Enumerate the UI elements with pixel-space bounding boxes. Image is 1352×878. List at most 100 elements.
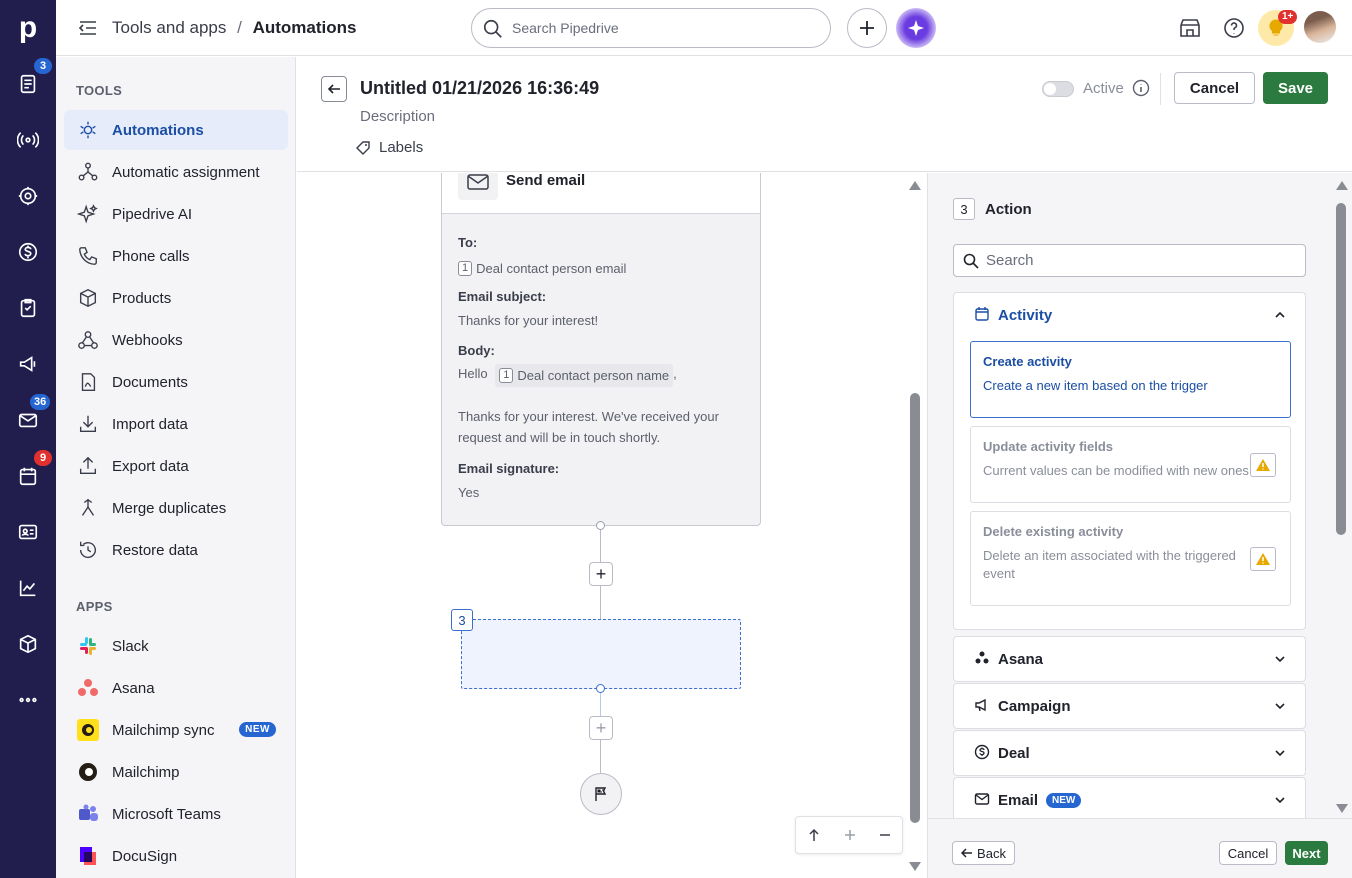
zoom-in-icon[interactable] [844,829,856,841]
dollar-icon[interactable] [0,232,56,272]
active-toggle[interactable] [1042,81,1074,97]
sidebar-item-asana[interactable]: Asana [64,668,288,708]
automation-title[interactable]: Untitled 01/21/2026 16:36:49 [360,78,599,99]
sidebar-item-automatic-assignment[interactable]: Automatic assignment [64,152,288,192]
option-delete-existing-activity[interactable]: Delete existing activity Delete an item … [970,511,1291,606]
option-update-activity-fields[interactable]: Update activity fields Current values ca… [970,426,1291,503]
scroll-up-arrow-icon[interactable] [1335,179,1349,191]
assignment-icon [77,161,99,183]
asana-group-header[interactable]: Asana [954,637,1305,681]
chevron-down-icon[interactable] [1273,793,1287,807]
flag-icon [595,787,607,801]
activity-group-header[interactable]: Activity [954,293,1305,337]
panel-back-button[interactable]: Back [952,841,1015,865]
breadcrumb-parent[interactable]: Tools and apps [112,18,226,37]
scroll-down-arrow-icon[interactable] [1335,803,1349,815]
description-field[interactable]: Description [360,108,435,125]
products-icon[interactable] [0,624,56,664]
save-button[interactable]: Save [1263,72,1328,104]
scrollbar-thumb[interactable] [1336,203,1346,535]
calendar-icon[interactable]: 9 [0,450,56,496]
calendar-icon [975,307,989,321]
sidebar-item-slack[interactable]: Slack [64,626,288,666]
info-icon[interactable] [1132,79,1150,97]
back-button[interactable] [321,76,347,102]
sidebar-item-export-data[interactable]: Export data [64,446,288,486]
cancel-button[interactable]: Cancel [1174,72,1255,104]
sidebar-item-webhooks[interactable]: Webhooks [64,320,288,360]
chevron-down-icon[interactable] [1273,652,1287,666]
automation-editor: Untitled 01/21/2026 16:36:49 Description… [297,57,1352,878]
tasks-icon[interactable] [0,288,56,328]
sidebar-item-mailchimp[interactable]: Mailchimp [64,752,288,792]
sidebar-item-import-data[interactable]: Import data [64,404,288,444]
contacts-icon[interactable] [0,512,56,552]
scroll-up-arrow-icon[interactable] [908,179,922,191]
warning-icon[interactable] [1250,547,1276,571]
mail-icon[interactable]: 36 [0,394,56,440]
quick-add-button[interactable] [847,8,887,48]
option-create-activity[interactable]: Create activity Create a new item based … [970,341,1291,418]
deal-group[interactable]: Deal [953,730,1306,776]
labels-button[interactable]: Labels [355,139,423,156]
chevron-down-icon[interactable] [1273,746,1287,760]
token-number: 1 [499,368,514,383]
option-title: Delete existing activity [983,524,1124,539]
email-group-header[interactable]: Email NEW [954,778,1305,822]
panel-scrollbar[interactable] [1334,173,1349,823]
panel-title-text: Action [985,200,1032,218]
scroll-down-arrow-icon[interactable] [908,861,922,873]
action-search-input[interactable]: Search [953,244,1306,277]
email-group[interactable]: Email NEW [953,777,1306,823]
more-icon[interactable] [0,680,56,720]
help-icon[interactable] [1222,16,1246,40]
campaign-group-header[interactable]: Campaign [954,684,1305,728]
to-value: 1 Deal contact person email [458,256,626,279]
send-email-step-card[interactable]: Send email To: 1 Deal contact person emai… [441,173,761,526]
add-step-button[interactable]: + [589,562,613,586]
asana-group[interactable]: Asana [953,636,1306,682]
new-step-placeholder[interactable] [461,619,741,689]
workflow-canvas[interactable]: Send email To: 1 Deal contact person emai… [297,173,927,878]
notification-badge: 1+ [1278,10,1298,24]
sidebar-item-automations[interactable]: Automations [64,110,288,150]
sidebar-item-pipedrive-ai[interactable]: Pipedrive AI [64,194,288,234]
arrow-up-icon[interactable] [807,828,821,842]
token-number: 1 [458,261,473,276]
insights-icon[interactable] [0,568,56,608]
sidebar-item-merge-duplicates[interactable]: Merge duplicates [64,488,288,528]
canvas-scrollbar[interactable] [908,173,922,878]
chevron-down-icon[interactable] [1273,699,1287,713]
body-label: Body: [458,343,495,358]
scrollbar-thumb[interactable] [910,393,920,823]
warning-icon[interactable] [1250,453,1276,477]
add-step-button[interactable]: + [589,716,613,740]
deals-radar-icon[interactable] [0,120,56,160]
webhook-icon [77,329,99,351]
deal-group-header[interactable]: Deal [954,731,1305,775]
campaign-group[interactable]: Campaign [953,683,1306,729]
sidebar-item-microsoft-teams[interactable]: Microsoft Teams [64,794,288,834]
sidebar-item-restore-data[interactable]: Restore data [64,530,288,570]
next-button[interactable]: Next [1285,841,1328,865]
leads-nav-icon[interactable]: 3 [0,58,56,104]
chevron-up-icon[interactable] [1273,308,1287,322]
sidebar-item-docusign[interactable]: DocuSign [64,836,288,876]
tips-bulb-button[interactable]: 1+ [1258,10,1298,46]
option-description: Create a new item based on the trigger [983,378,1208,393]
user-avatar[interactable] [1304,11,1336,43]
marketplace-icon[interactable] [1178,16,1202,40]
zoom-out-icon[interactable] [879,829,891,841]
editor-header: Untitled 01/21/2026 16:36:49 Description… [297,57,1352,172]
pipedrive-logo[interactable]: p [0,0,56,56]
megaphone-icon[interactable] [0,344,56,384]
panel-cancel-button[interactable]: Cancel [1219,841,1277,865]
sidebar-item-phone-calls[interactable]: Phone calls [64,236,288,276]
sidebar-item-mailchimp-sync[interactable]: Mailchimp sync NEW [64,710,288,750]
sidebar-item-products[interactable]: Products [64,278,288,318]
ai-assistant-button[interactable] [896,8,936,48]
global-search-input[interactable]: Search Pipedrive [471,8,831,48]
sidebar-item-documents[interactable]: Documents [64,362,288,402]
target-icon[interactable] [0,176,56,216]
menu-collapse-icon[interactable] [78,18,98,38]
